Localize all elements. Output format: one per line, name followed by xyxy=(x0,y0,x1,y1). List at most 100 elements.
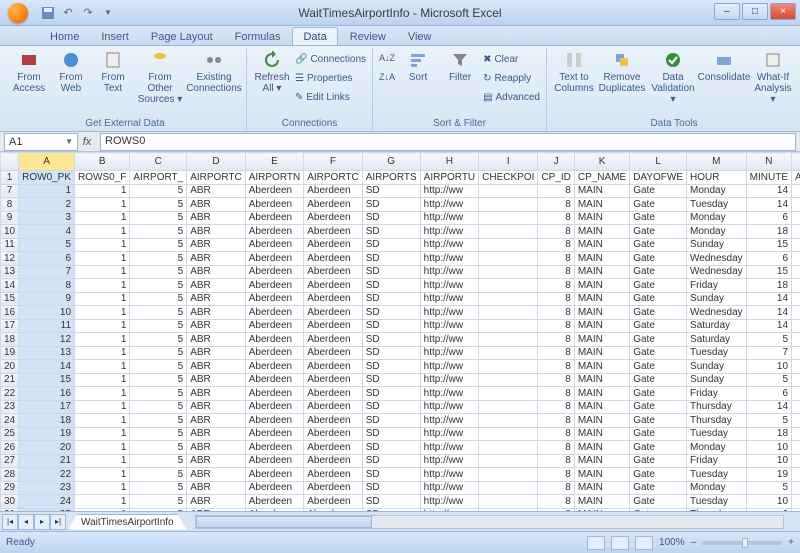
cell[interactable]: MAIN xyxy=(574,495,629,509)
cell[interactable]: ABR xyxy=(187,265,246,279)
cell[interactable] xyxy=(479,211,538,225)
cell[interactable]: Aberdeen xyxy=(304,319,363,333)
cell[interactable]: SD xyxy=(362,441,420,455)
cell[interactable]: 12 xyxy=(19,333,75,347)
row-header[interactable]: 7 xyxy=(1,184,19,198)
cell[interactable] xyxy=(479,441,538,455)
cell[interactable]: 5 xyxy=(130,454,187,468)
save-icon[interactable] xyxy=(40,5,56,21)
cell[interactable]: http://ww xyxy=(420,198,479,212)
row-header[interactable]: 9 xyxy=(1,211,19,225)
header-cell[interactable]: CP_NAME xyxy=(574,171,629,185)
advanced-button[interactable]: ▤Advanced xyxy=(483,88,540,106)
cell[interactable]: Saturday xyxy=(687,333,747,347)
cell[interactable]: ABR xyxy=(187,441,246,455)
cell[interactable]: ABR xyxy=(187,252,246,266)
cell[interactable]: Aberdeen xyxy=(245,225,304,239)
cell[interactable]: 8 xyxy=(538,211,574,225)
cell[interactable]: SD xyxy=(362,319,420,333)
cell[interactable]: MAIN xyxy=(574,333,629,347)
cell[interactable]: ABR xyxy=(187,279,246,293)
cell[interactable]: http://ww xyxy=(420,360,479,374)
cell[interactable]: MAIN xyxy=(574,454,629,468)
cell[interactable]: Aberdeen xyxy=(245,306,304,320)
cell[interactable]: MAIN xyxy=(574,319,629,333)
col-header-F[interactable]: F xyxy=(304,153,363,171)
cell[interactable]: 5 xyxy=(130,441,187,455)
cell[interactable]: 14 xyxy=(746,400,791,414)
cell[interactable] xyxy=(479,414,538,428)
clear-button[interactable]: ✖Clear xyxy=(483,50,540,68)
cell[interactable]: MAIN xyxy=(574,346,629,360)
undo-icon[interactable]: ↶ xyxy=(60,5,76,21)
view-layout-button[interactable] xyxy=(611,536,629,550)
cell[interactable]: 1 xyxy=(75,468,130,482)
cell[interactable]: 13 xyxy=(19,346,75,360)
cell[interactable]: 5 xyxy=(130,508,187,511)
cell[interactable]: MAIN xyxy=(574,468,629,482)
cell[interactable]: SD xyxy=(362,468,420,482)
cell[interactable]: 0 xyxy=(792,252,800,266)
col-header-N[interactable]: N xyxy=(746,153,791,171)
cell[interactable]: Gate xyxy=(630,468,687,482)
cell[interactable]: MAIN xyxy=(574,360,629,374)
cell[interactable]: 6 xyxy=(746,508,791,511)
cell[interactable]: Aberdeen xyxy=(245,414,304,428)
cell[interactable] xyxy=(479,346,538,360)
cell[interactable]: Gate xyxy=(630,387,687,401)
cell[interactable]: 14 xyxy=(19,360,75,374)
row-header[interactable]: 1 xyxy=(1,171,19,185)
cell[interactable]: http://ww xyxy=(420,441,479,455)
cell[interactable]: 1 xyxy=(75,454,130,468)
cell[interactable]: 0 xyxy=(792,346,800,360)
row-header[interactable]: 27 xyxy=(1,454,19,468)
cell[interactable]: 0 xyxy=(792,306,800,320)
cell[interactable]: MAIN xyxy=(574,414,629,428)
cell[interactable]: http://ww xyxy=(420,306,479,320)
refresh-all-button[interactable]: Refresh All ▾ xyxy=(253,50,291,106)
cell[interactable]: 11 xyxy=(19,319,75,333)
cell[interactable]: 8 xyxy=(538,225,574,239)
cell[interactable]: Tuesday xyxy=(687,468,747,482)
cell[interactable]: Aberdeen xyxy=(304,441,363,455)
cell[interactable]: 20 xyxy=(19,441,75,455)
cell[interactable]: 6 xyxy=(746,211,791,225)
row-header[interactable]: 22 xyxy=(1,387,19,401)
cell[interactable]: Aberdeen xyxy=(304,427,363,441)
cell[interactable]: ABR xyxy=(187,319,246,333)
cell[interactable]: 5 xyxy=(130,265,187,279)
cell[interactable]: Gate xyxy=(630,319,687,333)
cell[interactable]: Aberdeen xyxy=(304,481,363,495)
cell[interactable]: 0 xyxy=(792,508,800,511)
row-header[interactable]: 21 xyxy=(1,373,19,387)
cell[interactable]: 0 xyxy=(792,279,800,293)
cell[interactable]: Wednesday xyxy=(687,252,747,266)
cell[interactable]: ABR xyxy=(187,400,246,414)
cell[interactable]: http://ww xyxy=(420,495,479,509)
cell[interactable]: SD xyxy=(362,252,420,266)
cell[interactable]: 8 xyxy=(538,481,574,495)
cell[interactable]: SD xyxy=(362,198,420,212)
cell[interactable]: 0 xyxy=(792,454,800,468)
cell[interactable]: 1 xyxy=(75,333,130,347)
cell[interactable]: 7 xyxy=(19,265,75,279)
cell[interactable]: Aberdeen xyxy=(245,454,304,468)
cell[interactable]: 0 xyxy=(792,468,800,482)
cell[interactable]: Tuesday xyxy=(687,495,747,509)
cell[interactable]: Aberdeen xyxy=(304,360,363,374)
cell[interactable]: SD xyxy=(362,238,420,252)
tab-review[interactable]: Review xyxy=(340,28,396,45)
cell[interactable]: http://ww xyxy=(420,400,479,414)
cell[interactable]: 5 xyxy=(130,495,187,509)
cell[interactable]: 0 xyxy=(792,184,800,198)
cell[interactable]: Aberdeen xyxy=(245,508,304,511)
cell[interactable]: 9 xyxy=(19,292,75,306)
cell[interactable]: MAIN xyxy=(574,306,629,320)
from-access-button[interactable]: From Access xyxy=(10,50,48,105)
cell[interactable]: SD xyxy=(362,306,420,320)
cell[interactable]: 8 xyxy=(538,427,574,441)
cell[interactable]: Friday xyxy=(687,279,747,293)
cell[interactable]: 18 xyxy=(746,225,791,239)
cell[interactable]: 10 xyxy=(746,441,791,455)
consolidate-button[interactable]: Consolidate xyxy=(701,50,747,105)
